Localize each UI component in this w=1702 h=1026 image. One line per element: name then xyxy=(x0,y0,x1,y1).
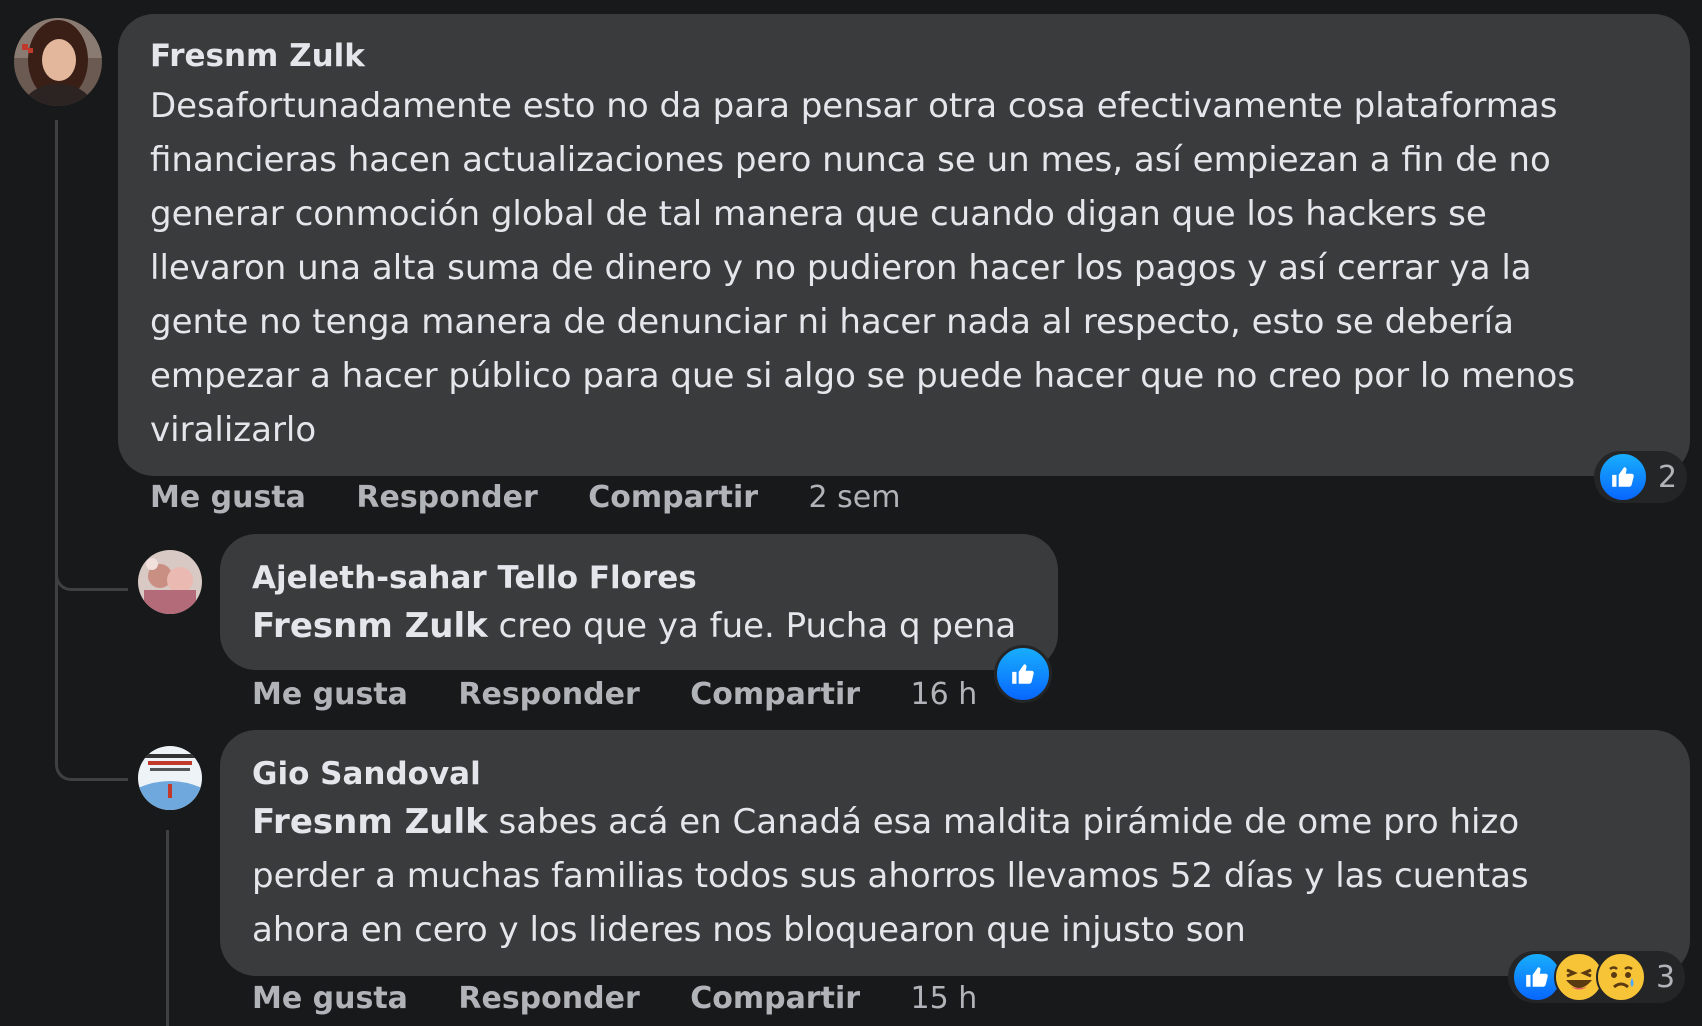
reactions-summary[interactable]: 3 xyxy=(1508,951,1686,1003)
share-button[interactable]: Compartir xyxy=(588,480,758,515)
comment-line: llevaron una alta suma de dinero y no pu… xyxy=(150,248,1532,288)
mention-link[interactable]: Fresnm Zulk xyxy=(252,606,488,646)
reply-line: ahora en cero y los lideres nos bloquear… xyxy=(252,910,1246,950)
thread-line-main xyxy=(55,120,58,590)
like-button[interactable]: Me gusta xyxy=(252,677,408,712)
avatar-image-icon xyxy=(138,746,202,810)
avatar[interactable] xyxy=(138,746,202,810)
reply-author[interactable]: Gio Sandoval xyxy=(252,756,481,792)
reply-text: Fresnm Zulk creo que ya fue. Pucha q pen… xyxy=(252,599,1052,653)
like-button[interactable]: Me gusta xyxy=(252,981,408,1016)
timestamp[interactable]: 15 h xyxy=(910,981,977,1016)
reply-line: sabes acá en Canadá esa maldita pirámide… xyxy=(487,802,1520,842)
timestamp[interactable]: 2 sem xyxy=(808,480,900,515)
reply-button[interactable]: Responder xyxy=(458,981,639,1016)
thread-connector-reply-1 xyxy=(55,560,128,591)
like-icon xyxy=(1598,452,1648,502)
comment-line: empezar a hacer público para que si algo… xyxy=(150,356,1576,396)
comment-text: Desafortunadamente esto no da para pensa… xyxy=(150,79,1680,457)
like-icon[interactable] xyxy=(994,645,1052,703)
comment-line: gente no tenga manera de denunciar ni ha… xyxy=(150,302,1514,342)
like-button[interactable]: Me gusta xyxy=(150,480,306,515)
timestamp[interactable]: 16 h xyxy=(910,677,977,712)
share-button[interactable]: Compartir xyxy=(690,981,860,1016)
reply-line: creo que ya fue. Pucha q pena xyxy=(487,606,1017,646)
sad-icon xyxy=(1596,952,1646,1002)
reply-line: perder a muchas familias todos sus ahorr… xyxy=(252,856,1529,896)
comment-line: viralizarlo xyxy=(150,410,317,450)
comment-line: financieras hacen actualizaciones pero n… xyxy=(150,140,1551,180)
comments-thread: Fresnm Zulk Desafortunadamente esto no d… xyxy=(0,0,1702,1026)
reply-actions: Me gusta Responder Compartir 15 h xyxy=(252,981,977,1016)
reply-author[interactable]: Ajeleth-sahar Tello Flores xyxy=(252,560,697,596)
thread-connector-reply-2 xyxy=(55,588,128,781)
share-button[interactable]: Compartir xyxy=(690,677,860,712)
avatar-photo-icon xyxy=(138,550,202,614)
thread-line-reply-2 xyxy=(166,830,169,1026)
reply-button[interactable]: Responder xyxy=(356,480,537,515)
reply-text: Fresnm Zulk sabes acá en Canadá esa mald… xyxy=(252,795,1672,957)
reaction-count: 2 xyxy=(1658,459,1678,495)
comment-actions: Me gusta Responder Compartir 2 sem xyxy=(150,480,900,515)
reaction-count: 3 xyxy=(1656,959,1676,995)
reactions-summary[interactable]: 2 xyxy=(1594,451,1688,503)
avatar[interactable] xyxy=(14,18,102,106)
reply-button[interactable]: Responder xyxy=(458,677,639,712)
avatar[interactable] xyxy=(138,550,202,614)
comment-line: generar conmoción global de tal manera q… xyxy=(150,194,1487,234)
comment-line: Desafortunadamente esto no da para pensa… xyxy=(150,86,1558,126)
comment-author[interactable]: Fresnm Zulk xyxy=(150,38,365,74)
reply-actions: Me gusta Responder Compartir 16 h xyxy=(252,677,977,712)
avatar-woman-icon xyxy=(14,18,102,106)
mention-link[interactable]: Fresnm Zulk xyxy=(252,802,488,842)
